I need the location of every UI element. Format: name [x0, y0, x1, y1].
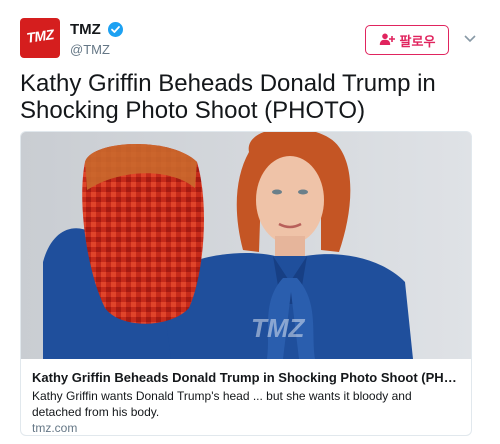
link-card[interactable]: TMZ Kathy Griffin Beheads Donald Trump i…	[20, 131, 472, 436]
verified-badge-icon	[108, 22, 123, 37]
chevron-down-icon[interactable]	[462, 30, 478, 46]
tweet-header: TMZ TMZ @TMZ 팔로우	[20, 14, 482, 64]
avatar[interactable]: TMZ	[20, 18, 60, 58]
card-description: Kathy Griffin wants Donald Trump's head …	[32, 389, 412, 419]
tweet-text: Kathy Griffin Beheads Donald Trump in Sh…	[20, 70, 436, 124]
follow-button[interactable]: 팔로우	[365, 25, 449, 55]
avatar-logo-text: TMZ	[25, 26, 55, 46]
account-name[interactable]: TMZ	[70, 21, 101, 38]
account-handle[interactable]: @TMZ	[70, 42, 110, 57]
follow-button-label: 팔로우	[399, 33, 436, 49]
add-user-icon	[379, 33, 395, 48]
card-domain: tmz.com	[32, 421, 78, 435]
image-watermark: TMZ	[251, 313, 306, 343]
card-title[interactable]: Kathy Griffin Beheads Donald Trump in Sh…	[32, 370, 462, 385]
card-image[interactable]: TMZ	[21, 132, 471, 359]
